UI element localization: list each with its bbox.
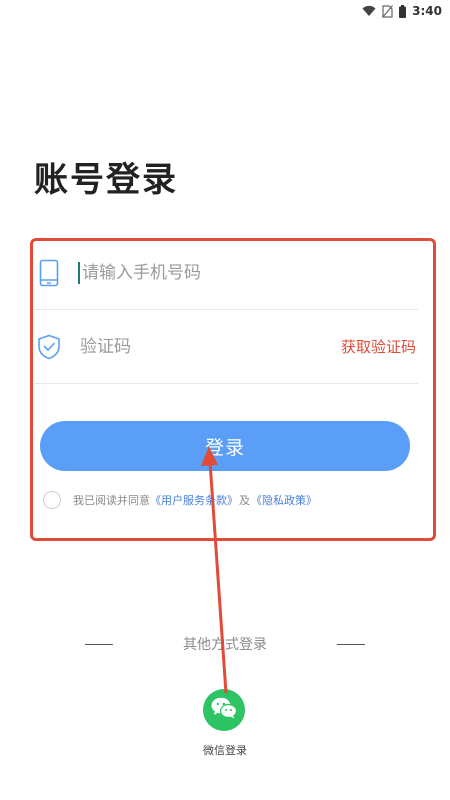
other-login-label: 其他方式登录	[183, 637, 267, 653]
wifi-icon	[362, 5, 376, 17]
wechat-login-label: 微信登录	[203, 744, 247, 757]
login-screen: 3:40 账号登录 获取验证码 登录 我已阅读并同意 《用户服务条	[0, 0, 450, 800]
wechat-icon	[210, 696, 238, 724]
other-login-divider: 其他方式登录	[0, 634, 450, 654]
status-time: 3:40	[412, 4, 442, 18]
divider-line-left	[85, 643, 113, 645]
battery-icon	[399, 4, 407, 18]
page-title: 账号登录	[34, 160, 178, 200]
status-bar: 3:40	[330, 0, 450, 22]
wechat-login-button[interactable]	[203, 689, 245, 731]
highlight-box	[30, 238, 436, 541]
no-sim-icon	[382, 4, 394, 18]
divider-line-right	[337, 643, 365, 645]
